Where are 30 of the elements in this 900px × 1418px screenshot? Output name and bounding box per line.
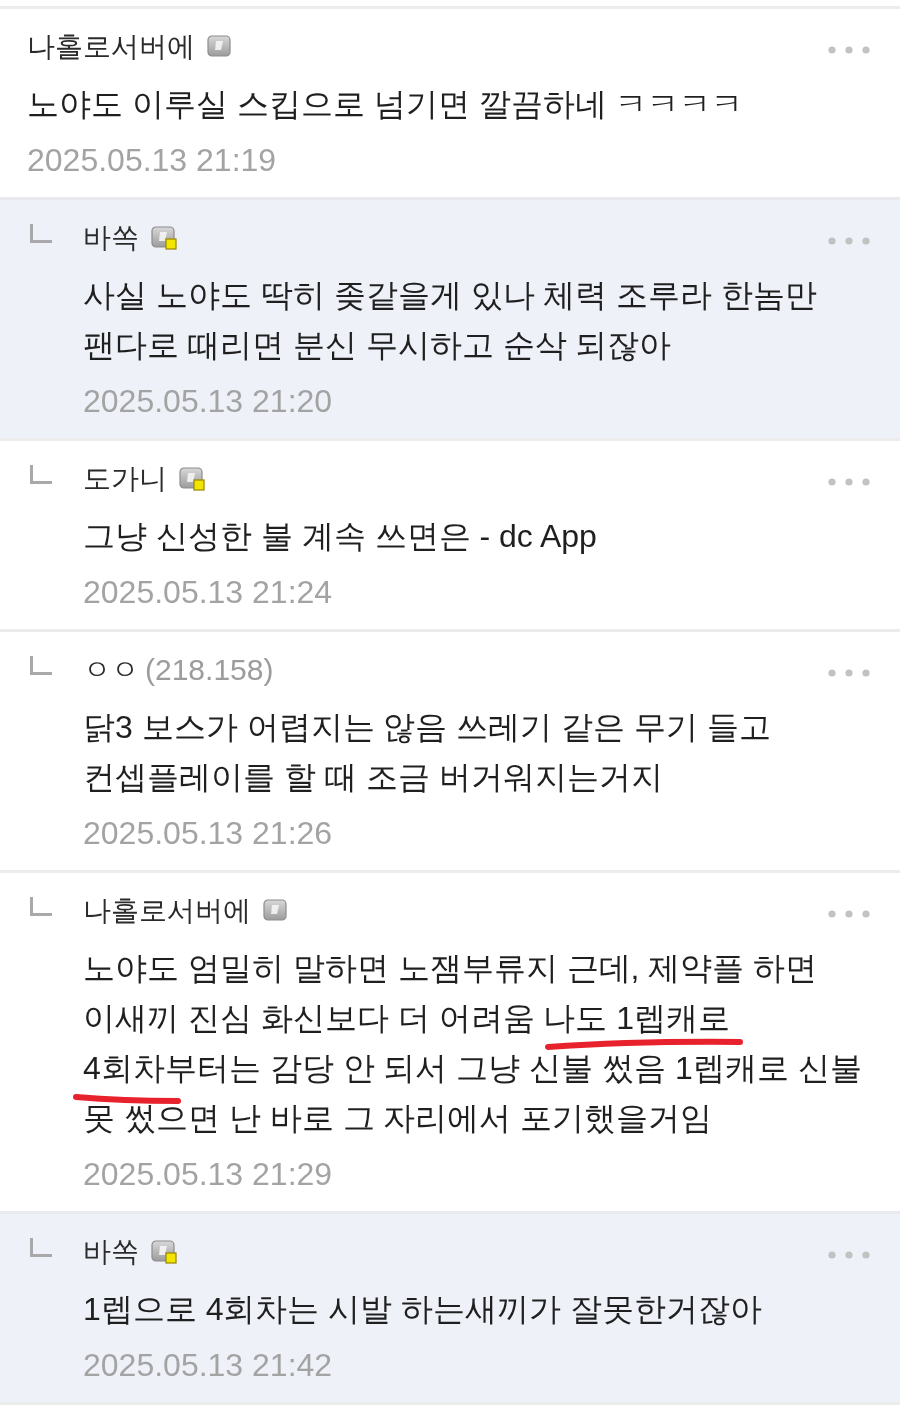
comment-body: 노야도 이루실 스킵으로 넘기면 깔끔하네 ㅋㅋㅋㅋ (27, 85, 745, 124)
more-options-icon[interactable] (828, 910, 870, 918)
user-badge-icon (151, 226, 177, 250)
user-badge-icon (151, 1240, 177, 1264)
nickname[interactable]: 도가니 (83, 461, 167, 497)
nickname[interactable]: 나홀로서버에 (27, 29, 195, 65)
user-badge-icon (179, 467, 205, 491)
more-options-icon[interactable] (828, 478, 870, 486)
more-options-icon[interactable] (828, 46, 870, 54)
comment-date: 2025.05.13 21:19 (27, 141, 278, 180)
nickname[interactable]: 나홀로서버에 (83, 893, 251, 929)
ip-address: (218.158) (145, 652, 274, 688)
more-options-icon[interactable] (828, 237, 870, 245)
more-options-icon[interactable] (828, 1251, 870, 1259)
comment-date: 2025.05.13 21:29 (83, 1155, 334, 1194)
comment-date: 2025.05.13 21:20 (83, 382, 334, 421)
comment-body: 사실 노야도 딱히 좆같을게 있나 체력 조루라 한놈만 팬다로 때리면 분신 무시하고 순삭 되잖아 (83, 276, 819, 365)
nickname[interactable]: ㅇㅇ (83, 652, 139, 688)
comment-date: 2025.05.13 21:24 (83, 573, 334, 612)
nickname[interactable]: 바쏙 (83, 1234, 139, 1270)
user-badge-icon (207, 35, 233, 59)
comment-body: 닭3 보스가 어렵지는 않음 쓰레기 같은 무기 들고 컨셉플레이를 할 때 조금 버거워지는거지 (83, 708, 773, 797)
comment-body: 노야도 엄밀히 말하면 노잼부류지 근데, 제약플 하면 이새끼 진심 화신보다 더 어려움 나도 1렙캐로 4회차부터는 감당 안 되서 그냥 신불 썼음 1렙캐로 신불 못 썼으면 난 바로 그 자리에서 포기했을거임 (83, 949, 863, 1138)
comment-date: 2025.05.13 21:42 (83, 1346, 334, 1385)
comment-date: 2025.05.13 21:26 (83, 814, 334, 853)
more-options-icon[interactable] (828, 669, 870, 677)
comment-body: 그냥 신성한 불 계속 쓰면은 - dc App (83, 517, 598, 556)
user-badge-icon (263, 899, 289, 923)
nickname[interactable]: 바쏙 (83, 220, 139, 256)
comment-body: 1렙으로 4회차는 시발 하는새끼가 잘못한거잖아 (83, 1290, 764, 1329)
